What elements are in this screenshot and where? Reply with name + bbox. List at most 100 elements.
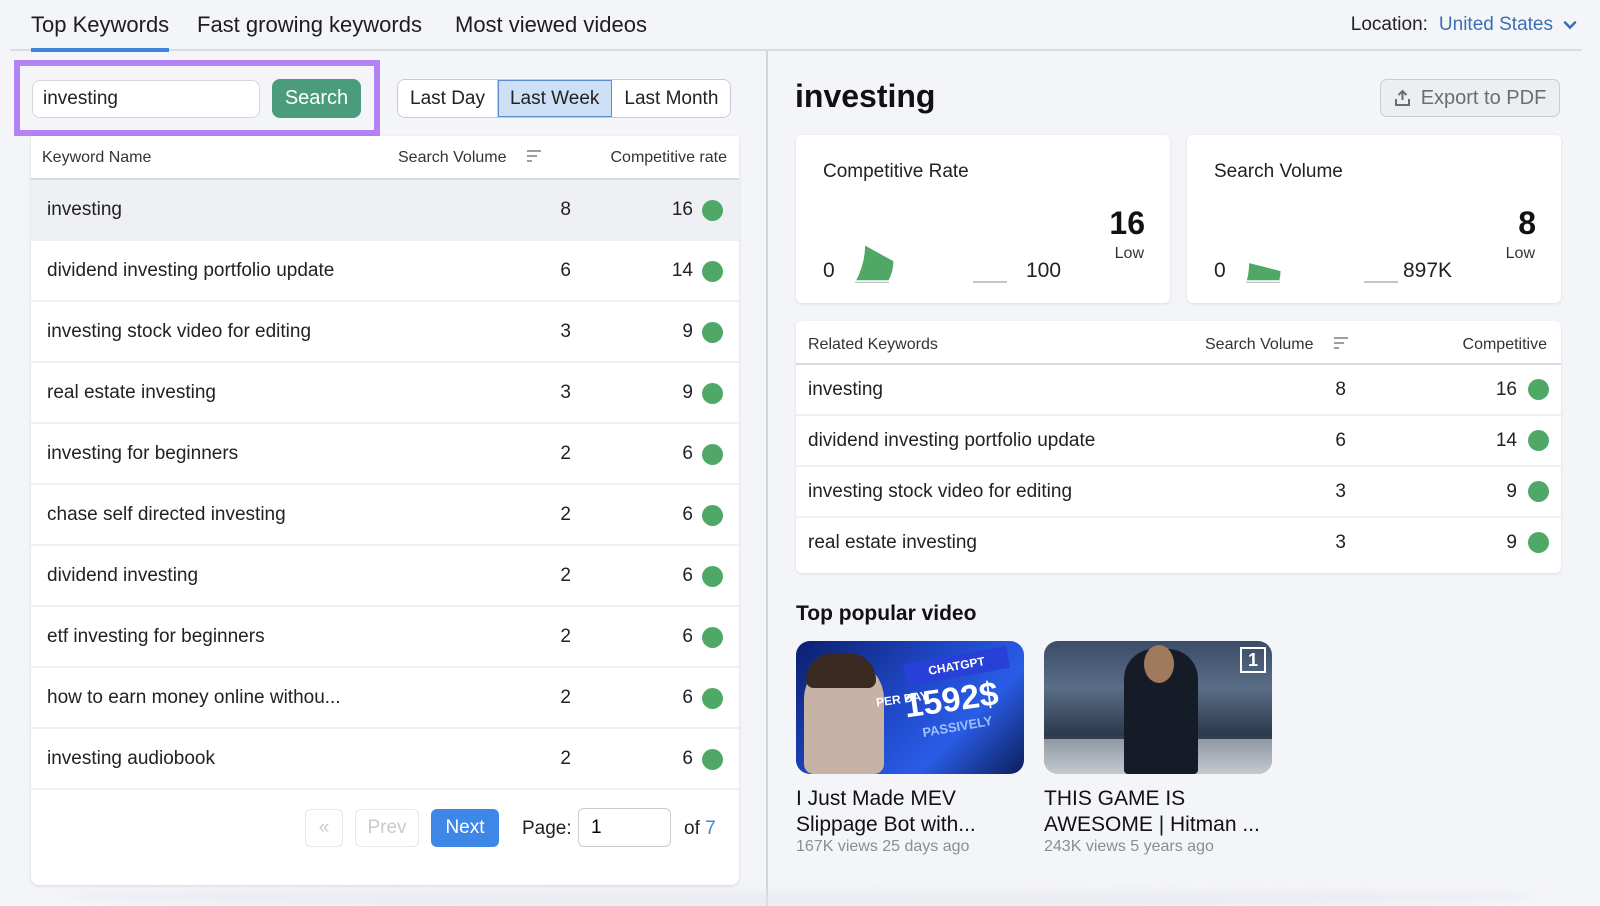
thumbnail-head bbox=[1144, 645, 1174, 683]
tab-fast-growing-keywords[interactable]: Fast growing keywords bbox=[197, 12, 422, 48]
search-volume-value: 8 bbox=[1518, 205, 1536, 241]
chevron-down-icon[interactable] bbox=[1563, 18, 1577, 32]
status-dot-icon bbox=[1528, 532, 1549, 553]
competitive-rate: 9 bbox=[682, 382, 693, 403]
competitive-rate: 9 bbox=[682, 321, 693, 342]
gauge-max: 100 bbox=[1026, 259, 1062, 282]
next-page-button[interactable]: Next bbox=[431, 809, 499, 847]
search-volume: 8 bbox=[560, 199, 571, 220]
competitive-rate-value: 16 bbox=[1109, 205, 1145, 241]
related-keyword-name: real estate investing bbox=[808, 532, 977, 553]
search-button[interactable]: Search bbox=[272, 79, 361, 118]
period-last-month[interactable]: Last Month bbox=[612, 80, 731, 117]
competitive-rate-gauge bbox=[853, 243, 1007, 283]
related-keywords-table: Related Keywords Search Volume Competiti… bbox=[796, 321, 1561, 573]
table-row[interactable]: investing for beginners 2 6 bbox=[31, 424, 739, 485]
header-search-volume[interactable]: Search Volume bbox=[398, 149, 507, 167]
search-input[interactable] bbox=[32, 80, 260, 118]
competitive-rate: 9 bbox=[1506, 532, 1517, 553]
status-dot-icon bbox=[1528, 481, 1549, 502]
period-selector: Last Day Last Week Last Month bbox=[397, 79, 732, 118]
status-dot-icon bbox=[702, 627, 723, 648]
period-last-day[interactable]: Last Day bbox=[398, 80, 498, 117]
keyword-table: Keyword Name Search Volume Competitive r… bbox=[31, 136, 739, 885]
prev-page-button[interactable]: Prev bbox=[355, 809, 419, 847]
competitive-rate-level: Low bbox=[1114, 245, 1144, 262]
table-row[interactable]: investing stock video for editing 3 9 bbox=[796, 467, 1561, 518]
search-volume: 2 bbox=[560, 626, 571, 647]
header-keyword-name: Keyword Name bbox=[42, 149, 152, 166]
search-volume: 6 bbox=[560, 260, 571, 281]
panel-divider bbox=[766, 51, 768, 906]
tab-top-keywords[interactable]: Top Keywords bbox=[31, 12, 170, 52]
competitive-rate: 6 bbox=[682, 443, 693, 464]
keyword-name: real estate investing bbox=[47, 382, 216, 403]
search-volume: 3 bbox=[560, 382, 571, 403]
table-row[interactable]: real estate investing 3 9 bbox=[796, 518, 1561, 569]
period-last-week[interactable]: Last Week bbox=[497, 80, 613, 117]
table-row[interactable]: dividend investing portfolio update 6 14 bbox=[796, 416, 1561, 467]
search-volume-level: Low bbox=[1505, 245, 1535, 262]
related-keyword-name: dividend investing portfolio update bbox=[808, 430, 1096, 451]
status-dot-icon bbox=[1528, 379, 1549, 400]
gauge-fill bbox=[853, 243, 895, 282]
gauge-max: 897K bbox=[1403, 259, 1453, 282]
table-row[interactable]: dividend investing portfolio update 6 14 bbox=[31, 241, 739, 302]
tab-most-viewed-videos[interactable]: Most viewed videos bbox=[455, 12, 647, 48]
header-related-keywords: Related Keywords bbox=[808, 336, 938, 353]
status-dot-icon bbox=[702, 200, 723, 221]
table-row[interactable]: investing audiobook 2 6 bbox=[31, 729, 739, 790]
search-volume-card: Search Volume 0 897K 8 Low bbox=[1187, 135, 1561, 303]
header-search-volume[interactable]: Search Volume bbox=[1205, 336, 1314, 354]
thumbnail-badge: 1 bbox=[1240, 647, 1266, 673]
table-row[interactable]: how to earn money online withou... 2 6 bbox=[31, 668, 739, 729]
table-row[interactable]: dividend investing 2 6 bbox=[31, 546, 739, 607]
keyword-name: investing for beginners bbox=[47, 443, 239, 464]
table-row[interactable]: investing 8 16 bbox=[796, 365, 1561, 416]
table-row[interactable]: etf investing for beginners 2 6 bbox=[31, 607, 739, 668]
competitive-rate: 6 bbox=[682, 687, 693, 708]
of-label: of bbox=[684, 818, 700, 839]
gauge-fill bbox=[1245, 261, 1283, 282]
status-dot-icon bbox=[702, 749, 723, 770]
search-volume-gauge bbox=[1245, 261, 1398, 283]
gauge-min: 0 bbox=[823, 259, 835, 282]
sort-icon[interactable] bbox=[1333, 335, 1349, 351]
video-card[interactable]: 1 THIS GAME IS AWESOME | Hitman ... 243K… bbox=[1044, 641, 1272, 856]
competitive-rate: 14 bbox=[671, 260, 693, 281]
search-volume-title: Search Volume bbox=[1214, 161, 1343, 182]
page-number-input[interactable] bbox=[578, 808, 671, 847]
status-dot-icon bbox=[702, 444, 723, 465]
export-label: Export to PDF bbox=[1420, 86, 1547, 109]
video-title[interactable]: I Just Made MEV Slippage Bot with... bbox=[796, 786, 1024, 838]
search-volume: 6 bbox=[1335, 430, 1346, 451]
status-dot-icon bbox=[702, 566, 723, 587]
top-popular-video-title: Top popular video bbox=[796, 602, 977, 625]
video-card[interactable]: CHATGPT PER DAY 1592$ PASSIVELY I Just M… bbox=[796, 641, 1024, 856]
competitive-rate: 6 bbox=[682, 626, 693, 647]
search-volume: 2 bbox=[560, 748, 571, 769]
table-row[interactable]: real estate investing 3 9 bbox=[31, 363, 739, 424]
keyword-name: investing bbox=[47, 199, 122, 220]
status-dot-icon bbox=[702, 505, 723, 526]
status-dot-icon bbox=[702, 261, 723, 282]
video-thumbnail[interactable]: CHATGPT PER DAY 1592$ PASSIVELY bbox=[796, 641, 1024, 774]
first-page-button[interactable]: « bbox=[305, 809, 343, 847]
search-volume: 3 bbox=[1335, 481, 1346, 502]
thumbnail-hair bbox=[806, 653, 876, 688]
table-row[interactable]: investing 8 16 bbox=[31, 180, 739, 241]
location-value[interactable]: United States bbox=[1439, 14, 1553, 36]
competitive-rate: 9 bbox=[1506, 481, 1517, 502]
video-title[interactable]: THIS GAME IS AWESOME | Hitman ... bbox=[1044, 786, 1272, 838]
location-selector[interactable]: Location: United States bbox=[1351, 14, 1577, 36]
sort-icon[interactable] bbox=[526, 148, 542, 164]
table-row[interactable]: chase self directed investing 2 6 bbox=[31, 485, 739, 546]
header-competitive: Competitive bbox=[1462, 336, 1547, 353]
video-title-line: THIS GAME IS bbox=[1044, 787, 1186, 810]
video-thumbnail[interactable]: 1 bbox=[1044, 641, 1272, 774]
export-pdf-button[interactable]: Export to PDF bbox=[1380, 79, 1560, 117]
search-volume: 3 bbox=[560, 321, 571, 342]
competitive-rate-card: Competitive Rate 0 100 16 Low bbox=[796, 135, 1170, 303]
header-competitive-rate: Competitive rate bbox=[610, 149, 728, 166]
table-row[interactable]: investing stock video for editing 3 9 bbox=[31, 302, 739, 363]
